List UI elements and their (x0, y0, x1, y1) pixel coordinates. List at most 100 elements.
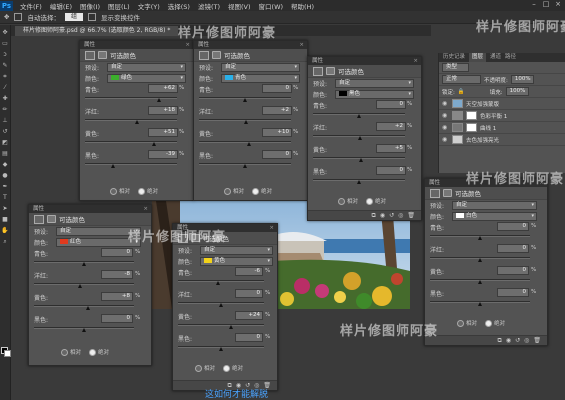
cyan-value-input[interactable]: 0 (262, 84, 292, 93)
reset-icon[interactable]: ↺ (515, 337, 520, 344)
relative-radio[interactable]: 相对 (195, 364, 215, 372)
preset-dropdown[interactable]: 自定 ▾ (335, 79, 414, 88)
menu-image[interactable]: 图像(I) (76, 1, 104, 11)
absolute-radio[interactable]: 绝对 (252, 187, 272, 195)
black-value-input[interactable]: 0 (235, 333, 263, 342)
type-tool-icon[interactable]: T (1, 194, 9, 201)
cyan-slider-thumb[interactable] (216, 281, 220, 285)
eraser-tool-icon[interactable]: ◩ (1, 139, 9, 146)
background-color-swatch[interactable] (4, 350, 11, 357)
preset-dropdown[interactable]: 自定 ▾ (200, 246, 273, 255)
magenta-slider-thumb[interactable] (135, 120, 139, 124)
cyan-value-input[interactable]: 0 (497, 222, 529, 231)
stamp-tool-icon[interactable]: ⊥ (1, 117, 9, 124)
path-select-tool-icon[interactable]: ➤ (1, 205, 9, 212)
move-tool-icon[interactable]: ✥ (1, 29, 9, 36)
colors-dropdown[interactable]: 黑色 ▾ (335, 90, 414, 99)
black-slider-thumb[interactable] (111, 164, 115, 168)
relative-radio[interactable]: 相对 (457, 319, 477, 327)
cyan-slider-track[interactable] (178, 280, 264, 282)
eye-icon[interactable]: ◎ (398, 212, 403, 219)
layer-row[interactable]: ◉ 色彩平衡 1 (439, 110, 565, 122)
close-icon[interactable]: × (299, 41, 304, 49)
clip-icon[interactable]: ⧉ (498, 337, 502, 345)
layer-row[interactable]: ◉ 去色加强亮光 (439, 134, 565, 146)
dodge-tool-icon[interactable]: ● (1, 172, 9, 179)
yellow-slider-thumb[interactable] (152, 142, 156, 146)
mask-icon[interactable] (212, 51, 221, 59)
preset-dropdown[interactable]: 自定 ▾ (452, 201, 537, 210)
absolute-radio[interactable]: 绝对 (223, 364, 243, 372)
cyan-slider-thumb[interactable] (82, 262, 86, 266)
magenta-value-input[interactable]: +2 (376, 122, 406, 131)
blur-tool-icon[interactable]: ◆ (1, 161, 9, 168)
brush-tool-icon[interactable]: ✏ (1, 106, 9, 113)
cyan-slider-track[interactable] (85, 97, 177, 99)
eye-icon[interactable]: ◎ (524, 337, 529, 344)
reset-icon[interactable]: ↺ (389, 212, 394, 219)
hand-tool-icon[interactable]: ✋ (1, 227, 9, 234)
yellow-value-input[interactable]: +8 (101, 292, 133, 301)
magenta-slider-thumb[interactable] (244, 120, 248, 124)
cyan-value-input[interactable]: 0 (101, 248, 133, 257)
close-icon[interactable]: × (185, 41, 190, 49)
relative-radio[interactable]: 相对 (224, 187, 244, 195)
yellow-value-input[interactable]: +24 (235, 311, 263, 320)
tab-channels[interactable]: 通道 (490, 53, 501, 62)
colors-dropdown[interactable]: 绿色 ▾ (107, 74, 186, 83)
eyedropper-tool-icon[interactable]: ⁄ (1, 84, 9, 91)
yellow-slider-track[interactable] (178, 324, 264, 326)
marquee-tool-icon[interactable]: ▭ (1, 40, 9, 47)
crop-tool-icon[interactable]: ⌗ (1, 73, 9, 80)
absolute-radio[interactable]: 绝对 (485, 319, 505, 327)
cyan-value-input[interactable]: +62 (148, 84, 178, 93)
yellow-slider-thumb[interactable] (86, 306, 90, 310)
document-tab[interactable]: 样片修图师阿豪.psd @ 66.7% (选取颜色 2, RGB/8) * (15, 26, 179, 36)
close-icon[interactable]: × (269, 224, 274, 232)
close-button[interactable]: × (553, 0, 563, 9)
menu-layer[interactable]: 图层(L) (104, 1, 134, 11)
colors-dropdown[interactable]: 青色 ▾ (221, 74, 300, 83)
black-value-input[interactable]: 0 (262, 150, 292, 159)
yellow-slider-thumb[interactable] (478, 280, 482, 284)
yellow-slider-track[interactable] (199, 141, 291, 143)
cyan-slider-thumb[interactable] (157, 98, 161, 102)
minimize-button[interactable]: – (529, 0, 539, 9)
trash-icon[interactable]: 🗑 (407, 212, 415, 219)
mask-icon[interactable] (326, 67, 335, 75)
close-icon[interactable]: × (143, 205, 148, 213)
visibility-icon[interactable]: ◉ (380, 212, 385, 219)
black-value-input[interactable]: 0 (497, 288, 529, 297)
tab-paths[interactable]: 路径 (505, 53, 516, 62)
magenta-slider-track[interactable] (85, 119, 177, 121)
black-value-input[interactable]: 0 (376, 166, 406, 175)
yellow-value-input[interactable]: +51 (148, 128, 178, 137)
preset-dropdown[interactable]: 自定 ▾ (221, 63, 300, 72)
absolute-radio[interactable]: 绝对 (89, 348, 109, 356)
eye-icon[interactable]: ◉ (442, 136, 449, 143)
black-value-input[interactable]: -39 (148, 150, 178, 159)
menu-help[interactable]: 帮助(H) (287, 1, 318, 11)
black-slider-thumb[interactable] (243, 164, 247, 168)
magenta-value-input[interactable]: 0 (497, 244, 529, 253)
relative-radio[interactable]: 相对 (110, 187, 130, 195)
preset-dropdown[interactable]: 自定 ▾ (107, 63, 186, 72)
eye-icon[interactable]: ◉ (442, 100, 449, 107)
black-slider-track[interactable] (85, 163, 177, 165)
black-value-input[interactable]: 0 (101, 314, 133, 323)
auto-select-dropdown[interactable]: 组 (64, 13, 83, 21)
absolute-radio[interactable]: 绝对 (366, 197, 386, 205)
layer-row[interactable]: ◉ 曲线 1 (439, 122, 565, 134)
magenta-value-input[interactable]: +18 (148, 106, 178, 115)
black-slider-thumb[interactable] (219, 347, 223, 351)
history-brush-tool-icon[interactable]: ↺ (1, 128, 9, 135)
yellow-value-input[interactable]: +10 (262, 128, 292, 137)
black-slider-thumb[interactable] (478, 302, 482, 306)
cyan-slider-thumb[interactable] (357, 114, 361, 118)
blend-mode-dropdown[interactable]: 正常 (442, 75, 481, 84)
menu-view[interactable]: 视图(V) (224, 1, 255, 11)
menu-select[interactable]: 选择(S) (164, 1, 194, 11)
tab-layers[interactable]: 图层 (469, 53, 487, 62)
cyan-value-input[interactable]: 0 (376, 100, 406, 109)
close-icon[interactable]: × (413, 57, 418, 65)
